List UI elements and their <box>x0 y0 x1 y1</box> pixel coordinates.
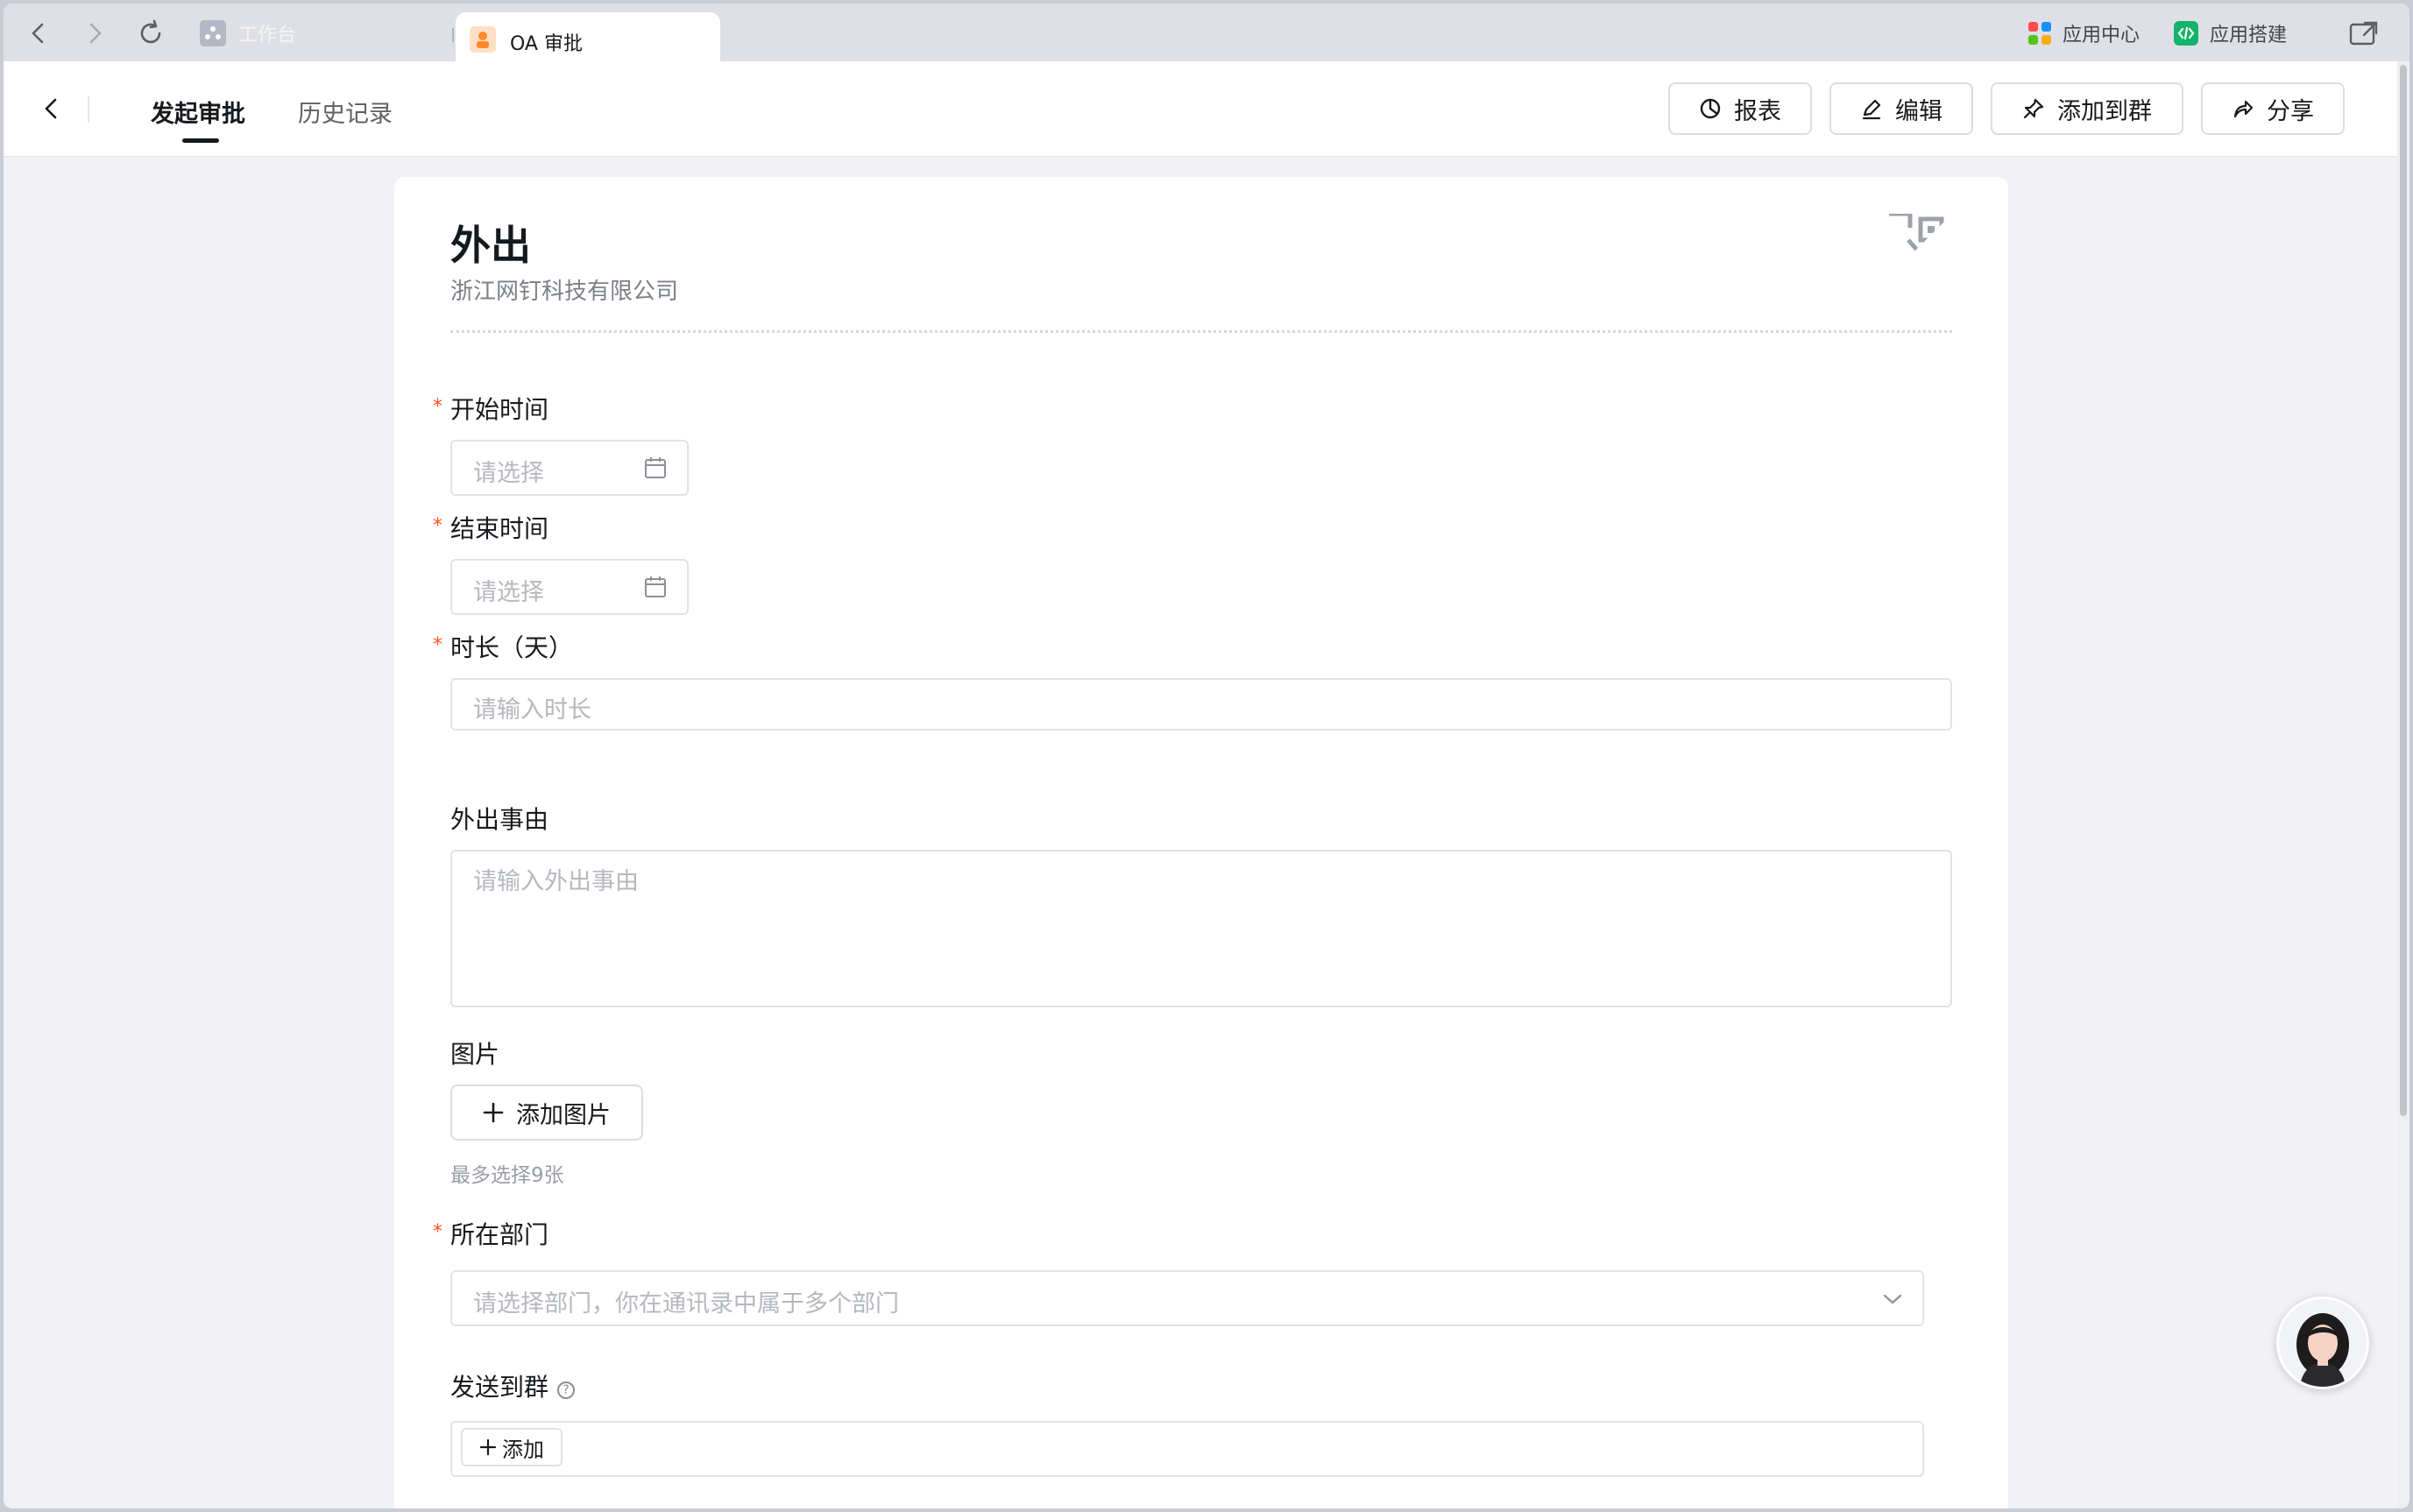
back-button[interactable] <box>33 91 68 126</box>
header-dotted-divider <box>450 330 1952 333</box>
reason-label: 外出事由 <box>450 805 549 834</box>
app-builder-icon <box>2174 21 2198 46</box>
duration-placeholder: 请输入时长 <box>473 696 591 724</box>
required-mark: * <box>433 1221 442 1243</box>
app-center-button[interactable]: 应用中心 <box>2027 16 2140 51</box>
end-time-placeholder: 请选择 <box>473 579 544 606</box>
form-title: 外出 <box>450 222 531 269</box>
browser-toolbar: 工作台 OA 审批 应用中心 应用搭建 <box>4 4 2409 65</box>
tab-workbench[interactable]: 工作台 <box>200 16 296 51</box>
add-to-group-button-label: 添加到群 <box>2057 97 2152 125</box>
report-button[interactable]: 报表 <box>1668 82 1812 135</box>
send-to-group-row: 发送到群? <box>450 1368 576 1403</box>
add-group-button[interactable]: 添加 <box>461 1428 563 1466</box>
share-icon <box>2233 100 2254 118</box>
images-label: 图片 <box>450 1040 500 1069</box>
department-placeholder: 请选择部门，你在通讯录中属于多个部门 <box>473 1290 899 1318</box>
edit-button-label: 编辑 <box>1895 97 1942 125</box>
approval-form-card: 外出 浙江网钉科技有限公司 * 开始时间 请选择 * 结束时间 请选择 * 时长… <box>394 177 2008 1508</box>
app-builder-button[interactable]: 应用搭建 <box>2173 16 2287 51</box>
app-center-label: 应用中心 <box>2063 25 2141 46</box>
required-mark: * <box>433 634 442 656</box>
chevron-right-icon <box>89 23 102 44</box>
send-to-group-label: 发送到群 <box>450 1373 549 1402</box>
add-to-group-button[interactable]: 添加到群 <box>1991 82 2183 135</box>
browser-forward-button[interactable] <box>77 16 112 51</box>
oa-approval-icon <box>470 26 496 53</box>
calendar-icon <box>645 457 666 478</box>
tab-workbench-label: 工作台 <box>238 25 297 46</box>
department-select[interactable]: 请选择部门，你在通讯录中属于多个部门 <box>450 1270 1924 1326</box>
app-center-icon <box>2028 22 2051 45</box>
plus-icon <box>483 1102 504 1123</box>
start-time-placeholder: 请选择 <box>473 460 544 487</box>
header-divider <box>88 96 89 123</box>
duration-label: 时长（天） <box>450 633 574 662</box>
duration-input[interactable]: 请输入时长 <box>450 678 1952 731</box>
workbench-icon <box>200 20 226 46</box>
open-external-icon <box>2349 21 2378 46</box>
pin-icon <box>2023 98 2044 119</box>
app-header: 发起审批 历史记录 报表 编辑 添加到群 分享 <box>4 61 2397 157</box>
edit-button[interactable]: 编辑 <box>1829 82 1973 135</box>
pencil-icon <box>1862 99 1881 120</box>
department-label: 所在部门 <box>450 1220 549 1249</box>
page-scrollbar[interactable] <box>2397 61 2409 1508</box>
refresh-icon <box>140 19 161 44</box>
image-limit-hint: 最多选择9张 <box>450 1164 564 1187</box>
person-avatar-icon <box>2296 1313 2349 1387</box>
assistant-avatar[interactable] <box>2276 1297 2369 1389</box>
end-time-picker[interactable]: 请选择 <box>450 559 689 615</box>
active-tab-indicator <box>182 138 219 143</box>
calendar-icon <box>645 576 666 597</box>
tab-history[interactable]: 历史记录 <box>298 95 393 129</box>
start-time-label: 开始时间 <box>450 395 549 424</box>
tab-divider <box>452 28 454 42</box>
chevron-left-icon <box>32 23 44 44</box>
report-button-label: 报表 <box>1734 97 1781 125</box>
plus-icon <box>479 1438 497 1456</box>
chevron-down-icon <box>1883 1294 1902 1304</box>
required-mark: * <box>433 515 442 537</box>
scrollbar-thumb[interactable] <box>2400 65 2407 1116</box>
share-button[interactable]: 分享 <box>2201 82 2345 135</box>
tab-oa-approval[interactable]: OA 审批 <box>456 12 720 65</box>
reason-textarea[interactable]: 请输入外出事由 <box>450 850 1952 1007</box>
app-window: 工作台 OA 审批 应用中心 应用搭建 发起审批 历史记录 报表 编辑 添加到群… <box>4 4 2409 1508</box>
start-time-picker[interactable]: 请选择 <box>450 440 689 496</box>
pie-chart-icon <box>1700 98 1721 119</box>
help-icon[interactable]: ? <box>557 1381 576 1399</box>
browser-back-button[interactable] <box>21 16 56 51</box>
share-button-label: 分享 <box>2267 97 2314 125</box>
browser-refresh-button[interactable] <box>133 16 168 51</box>
send-to-group-field: 添加 <box>450 1421 1924 1477</box>
app-builder-label: 应用搭建 <box>2210 25 2288 46</box>
add-image-button[interactable]: 添加图片 <box>450 1085 643 1141</box>
tab-oa-approval-label: OA 审批 <box>510 33 583 55</box>
company-name: 浙江网钉科技有限公司 <box>450 279 679 305</box>
required-mark: * <box>433 396 442 418</box>
qr-code-icon[interactable] <box>1889 214 1952 277</box>
add-group-label: 添加 <box>502 1437 544 1462</box>
chevron-left-icon <box>45 98 57 119</box>
add-image-label: 添加图片 <box>516 1101 611 1129</box>
open-external-button[interactable] <box>2346 16 2381 51</box>
tab-start-approval[interactable]: 发起审批 <box>151 95 245 129</box>
end-time-label: 结束时间 <box>450 514 549 543</box>
reason-placeholder: 请输入外出事由 <box>473 868 639 895</box>
